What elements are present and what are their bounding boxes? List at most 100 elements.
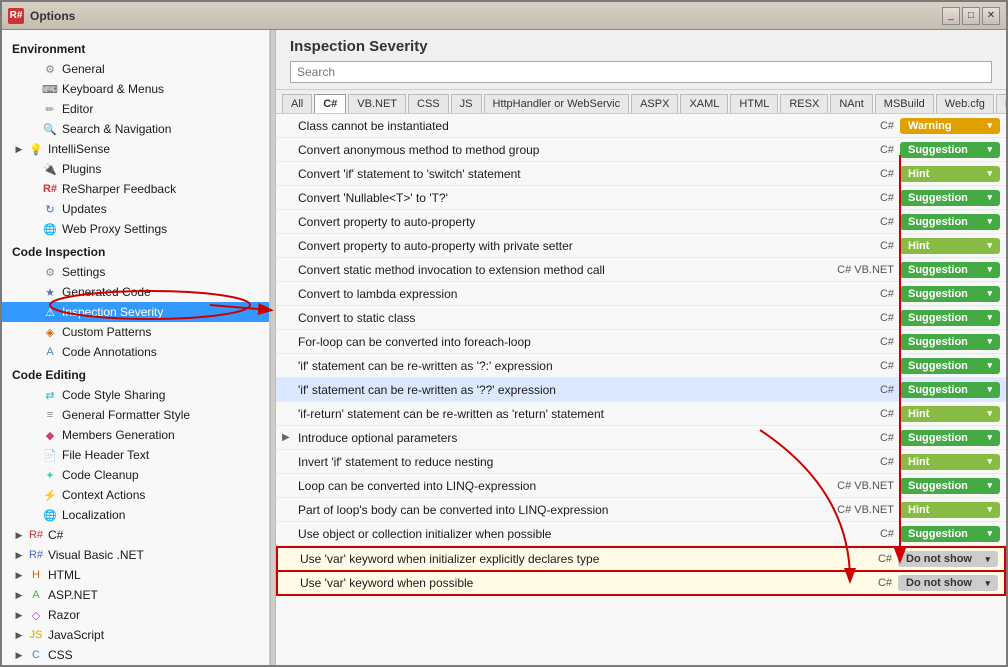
table-row: Use object or collection initializer whe… [276,522,1006,546]
sidebar-item-code-cleanup[interactable]: ✦ Code Cleanup [2,465,269,485]
row-lang: C# [850,288,900,300]
severity-badge[interactable]: Suggestion ▾ [900,430,1000,446]
row-lang: C# [850,336,900,348]
sidebar-item-keyboard-menus[interactable]: ⌨ Keyboard & Menus [2,79,269,99]
sidebar-item-members-generation[interactable]: ◆ Members Generation [2,425,269,445]
severity-badge[interactable]: Suggestion ▾ [900,358,1000,374]
badge-dropdown-arrow: ▾ [987,384,992,395]
tab-resx[interactable]: RESX [780,94,828,113]
sidebar-item-code-annotations[interactable]: A Code Annotations [2,342,269,362]
severity-badge[interactable]: Suggestion ▾ [900,214,1000,230]
severity-badge[interactable]: Suggestion ▾ [900,478,1000,494]
badge-dropdown-arrow: ▾ [987,360,992,371]
severity-badge[interactable]: Suggestion ▾ [900,286,1000,302]
tab-html[interactable]: HTML [730,94,778,113]
row-name: Use 'var' keyword when initializer expli… [300,552,848,566]
severity-badge[interactable]: Hint ▾ [900,166,1000,182]
row-lang: C# VB.NET [820,504,900,516]
tab-nant[interactable]: NAnt [830,94,872,113]
sidebar-item-updates[interactable]: ↻ Updates [2,199,269,219]
right-panel-header: Inspection Severity [276,30,1006,90]
tab-razor[interactable]: Razo [996,94,1006,113]
sidebar-item-javascript[interactable]: ▶ JS JavaScript [2,625,269,645]
sidebar-item-code-style-sharing[interactable]: ⇄ Code Style Sharing [2,385,269,405]
severity-badge[interactable]: Do not show ▾ [898,551,998,567]
row-name: Convert 'if' statement to 'switch' state… [298,167,850,181]
expand-placeholder [26,62,40,76]
sidebar-item-plugins[interactable]: 🔌 Plugins [2,159,269,179]
severity-badge[interactable]: Suggestion ▾ [900,190,1000,206]
sidebar-item-resharper-feedback[interactable]: R# ReSharper Feedback [2,179,269,199]
members-icon: ◆ [42,427,58,443]
sidebar-item-intellisense[interactable]: ▶ 💡 IntelliSense [2,139,269,159]
expand-placeholder [284,578,300,589]
sidebar-item-settings[interactable]: ⚙ Settings [2,262,269,282]
sidebar-item-general[interactable]: ⚙ General [2,59,269,79]
severity-badge[interactable]: Hint ▾ [900,502,1000,518]
table-row: Convert property to auto-property C# Sug… [276,210,1006,234]
expand-icon-html: ▶ [12,568,26,582]
close-button[interactable]: ✕ [982,7,1000,25]
expand-placeholder [26,162,40,176]
sidebar-item-vbnet[interactable]: ▶ R# Visual Basic .NET [2,545,269,565]
tab-all[interactable]: All [282,94,312,113]
sidebar-item-generated-code[interactable]: ★ Generated Code [2,282,269,302]
sidebar-item-csharp[interactable]: ▶ R# C# [2,525,269,545]
tab-msbuild[interactable]: MSBuild [875,94,934,113]
row-name: Convert static method invocation to exte… [298,263,820,277]
severity-badge[interactable]: Hint ▾ [900,238,1000,254]
severity-badge[interactable]: Suggestion ▾ [900,142,1000,158]
severity-badge[interactable]: Warning ▾ [900,118,1000,134]
sidebar-item-web-proxy[interactable]: 🌐 Web Proxy Settings [2,219,269,239]
sidebar-item-razor[interactable]: ▶ ◇ Razor [2,605,269,625]
severity-badge[interactable]: Hint ▾ [900,454,1000,470]
sidebar-item-file-header-text[interactable]: 📄 File Header Text [2,445,269,465]
tab-vbnet[interactable]: VB.NET [348,94,406,113]
severity-badge[interactable]: Suggestion ▾ [900,382,1000,398]
expand-placeholder [282,192,298,203]
table-row: Class cannot be instantiated C# Warning … [276,114,1006,138]
table-row: Convert to static class C# Suggestion ▾ [276,306,1006,330]
tab-xaml[interactable]: XAML [680,94,728,113]
table-row-do-not-show: Use 'var' keyword when possible C# Do no… [276,572,1006,596]
sidebar-item-localization[interactable]: 🌐 Localization [2,505,269,525]
expand-placeholder [26,82,40,96]
severity-badge[interactable]: Suggestion ▾ [900,526,1000,542]
tab-csharp[interactable]: C# [314,94,346,113]
options-dialog: R# Options _ □ ✕ Environment ⚙ General [0,0,1008,667]
minimize-button[interactable]: _ [942,7,960,25]
sidebar-item-inspection-severity[interactable]: ⚠ Inspection Severity [2,302,269,322]
context-icon: ⚡ [42,487,58,503]
tab-httphandler[interactable]: HttpHandler or WebServic [484,94,630,113]
sidebar-item-aspnet[interactable]: ▶ A ASP.NET [2,585,269,605]
search-input[interactable] [290,61,992,83]
row-name: 'if' statement can be re-written as '??'… [298,383,850,397]
severity-badge[interactable]: Suggestion ▾ [900,262,1000,278]
sidebar-item-css[interactable]: ▶ C CSS [2,645,269,665]
section-environment: Environment [2,36,269,59]
updates-icon: ↻ [42,201,58,217]
row-name: Convert anonymous method to method group [298,143,850,157]
expand-icon[interactable]: ▶ [282,432,298,443]
row-lang: C# [850,240,900,252]
table-row: For-loop can be converted into foreach-l… [276,330,1006,354]
tab-css[interactable]: CSS [408,94,449,113]
maximize-button[interactable]: □ [962,7,980,25]
generated-icon: ★ [42,284,58,300]
severity-badge[interactable]: Do not show ▾ [898,575,998,591]
severity-badge[interactable]: Hint ▾ [900,406,1000,422]
tab-aspx[interactable]: ASPX [631,94,678,113]
severity-badge[interactable]: Suggestion ▾ [900,310,1000,326]
sidebar-item-general-formatter[interactable]: ≡ General Formatter Style [2,405,269,425]
row-lang: C# [848,577,898,589]
sidebar-item-custom-patterns[interactable]: ◈ Custom Patterns [2,322,269,342]
severity-icon: ⚠ [42,304,58,320]
sidebar-item-search-navigation[interactable]: 🔍 Search & Navigation [2,119,269,139]
tab-webcfg[interactable]: Web.cfg [936,94,994,113]
row-name: Loop can be converted into LINQ-expressi… [298,479,820,493]
severity-badge[interactable]: Suggestion ▾ [900,334,1000,350]
sidebar-item-html[interactable]: ▶ H HTML [2,565,269,585]
sidebar-item-editor[interactable]: ✏ Editor [2,99,269,119]
tab-js[interactable]: JS [451,94,482,113]
sidebar-item-context-actions[interactable]: ⚡ Context Actions [2,485,269,505]
